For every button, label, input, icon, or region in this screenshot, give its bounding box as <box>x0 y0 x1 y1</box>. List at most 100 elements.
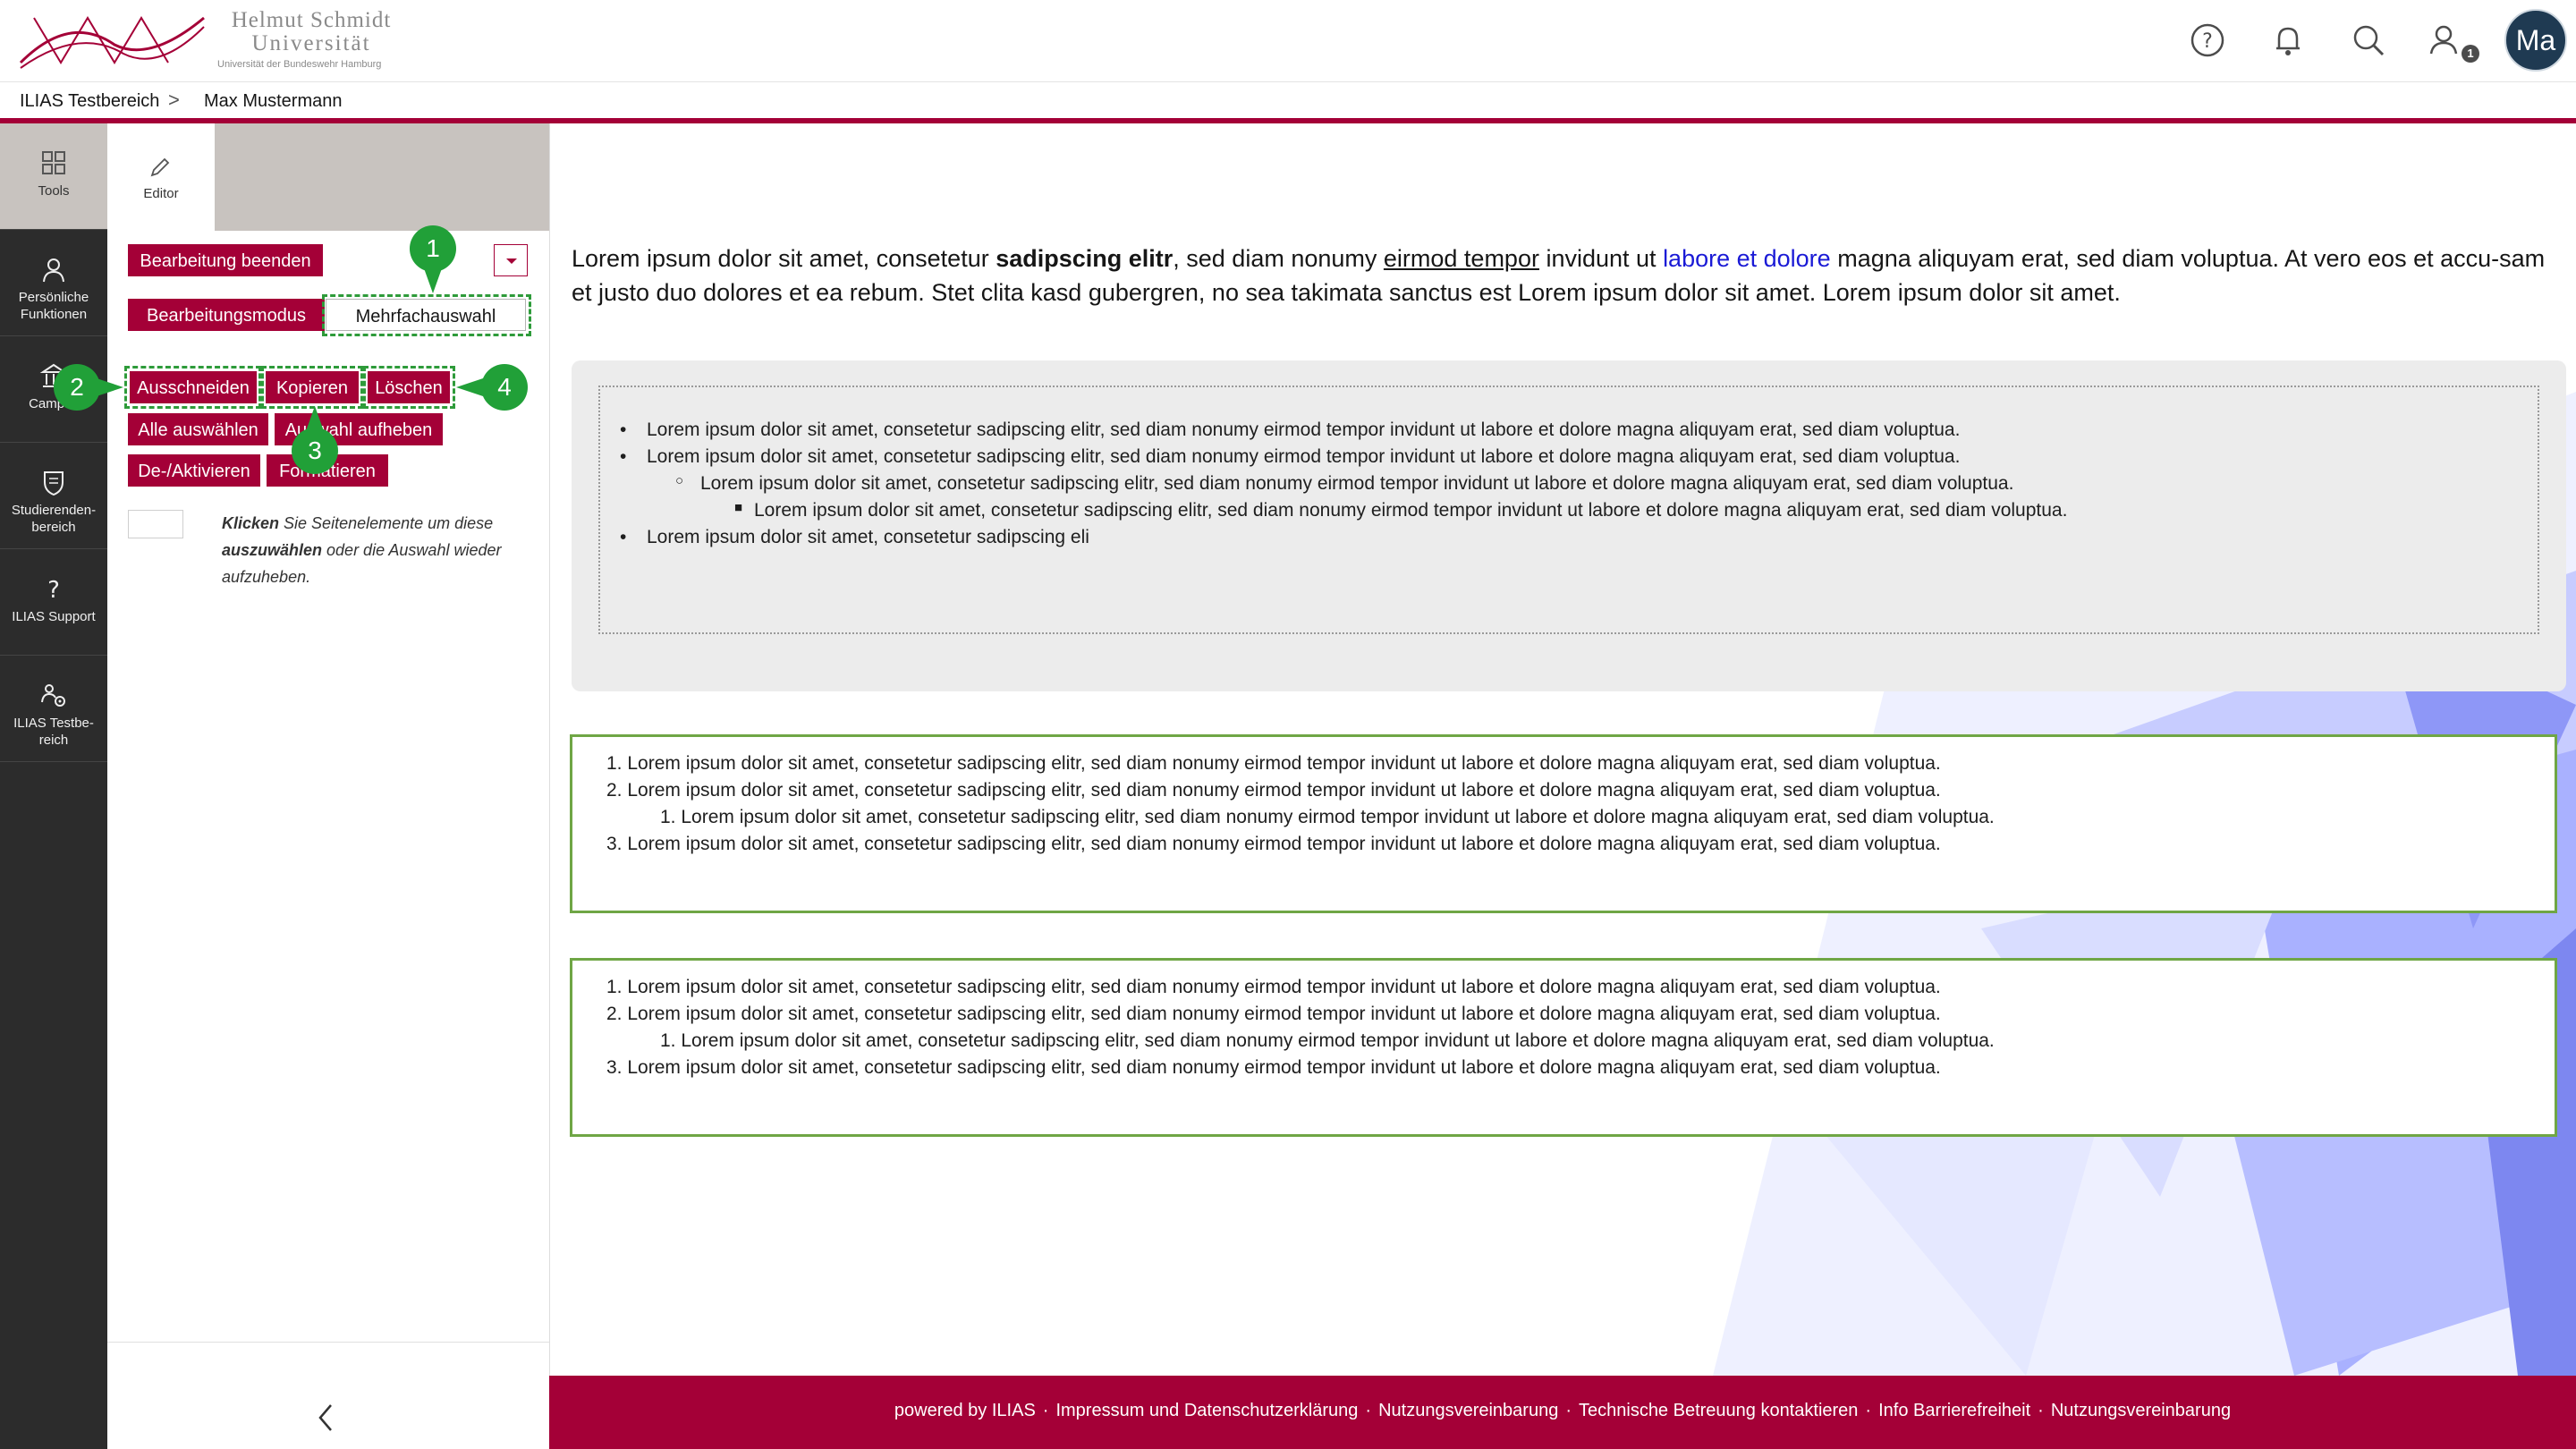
footer-link-terms-2[interactable]: Nutzungsvereinbarung <box>2051 1401 2231 1420</box>
bell-icon[interactable] <box>2267 20 2309 61</box>
mainbar-label: ILIAS Testbe-reich <box>13 716 94 748</box>
edit-mode-button[interactable]: Bearbeitungsmodus <box>128 299 325 331</box>
intro-link[interactable]: labore et dolore <box>1663 245 1831 272</box>
highlight-multi-select <box>322 294 531 336</box>
main-bar: Tools Persönliche Funktionen Campus Stud… <box>0 123 107 1449</box>
tab-editor-label: Editor <box>143 186 179 201</box>
footer-link-terms[interactable]: Nutzungsvereinbarung <box>1378 1401 1558 1420</box>
list-item: 3. Lorem ipsum dolor sit amet, consetetu… <box>606 1057 1941 1078</box>
hint-strong-click: Klicken <box>222 514 280 532</box>
list-item: Lorem ipsum dolor sit amet, consetetur s… <box>647 446 1961 467</box>
square-marker: ■ <box>734 500 743 515</box>
breadcrumb-item-testbereich[interactable]: ILIAS Testbereich <box>20 91 159 112</box>
callout-2: 2 <box>54 364 100 411</box>
top-header: Helmut Schmidt Universität Universität d… <box>0 0 2576 82</box>
grid-icon <box>42 151 65 174</box>
intro-text-2: , sed diam nonumy <box>1173 245 1384 272</box>
footer: powered by ILIAS · Impressum und Datenschu… <box>549 1376 2576 1449</box>
mainbar-item-support[interactable]: ? ILIAS Support <box>0 549 107 656</box>
logo-line-1: Helmut Schmidt <box>231 8 392 32</box>
callout-1: 1 <box>410 225 456 272</box>
selection-sample-box <box>128 510 183 538</box>
avatar[interactable]: Ma <box>2504 9 2567 72</box>
page-content: Lorem ipsum dolor sit amet, consetetur s… <box>550 123 2576 1376</box>
list-item: 1. Lorem ipsum dolor sit amet, consetetu… <box>606 753 1941 774</box>
panel-footer-divider <box>107 1342 549 1343</box>
hint-strong-select: auszuwählen <box>222 541 323 559</box>
list-item: Lorem ipsum dolor sit amet, consetetur s… <box>754 500 2068 521</box>
footer-separator: · <box>1865 1401 1872 1420</box>
question-icon: ? <box>47 577 60 603</box>
footer-separator: · <box>2038 1401 2044 1420</box>
pencil-icon <box>150 157 170 177</box>
svg-text:?: ? <box>47 577 60 603</box>
ordered-list-block-1[interactable]: 1. Lorem ipsum dolor sit amet, consetetu… <box>570 734 2557 913</box>
breadcrumb-separator: > <box>168 89 180 111</box>
bullet-marker: • <box>620 446 627 467</box>
list-item: 1. Lorem ipsum dolor sit amet, consetetu… <box>660 1030 1995 1051</box>
svg-text:?: ? <box>2202 30 2213 53</box>
callout-3-pointer <box>306 406 324 431</box>
end-edit-button[interactable]: Bearbeitung beenden <box>128 244 323 276</box>
callout-4: 4 <box>481 364 528 411</box>
footer-link-imprint[interactable]: Impressum und Datenschutzerklärung <box>1055 1401 1358 1420</box>
dropdown-toggle-button[interactable] <box>494 244 528 276</box>
circle-marker: ○ <box>675 473 684 488</box>
intro-underline: eirmod tempor <box>1383 245 1539 272</box>
multi-select-hint: Klicken Sie Seitenelemente um diese ausz… <box>222 510 526 590</box>
person-icon <box>43 258 64 283</box>
callout-3: 3 <box>292 428 338 474</box>
footer-link-support[interactable]: Technische Betreuung kontaktieren <box>1579 1401 1858 1420</box>
mainbar-label: Studierenden-bereich <box>11 503 97 535</box>
bullet-marker: • <box>620 527 627 547</box>
highlight-delete <box>363 366 455 409</box>
mainbar-item-tools[interactable]: Tools <box>0 123 107 230</box>
mainbar-item-personal[interactable]: Persönliche Funktionen <box>0 230 107 336</box>
callout-1-pointer <box>424 268 442 293</box>
hint-text-1: Sie Seitenelemente um diese <box>279 514 494 532</box>
footer-separator: · <box>1365 1401 1372 1420</box>
list-item: Lorem ipsum dolor sit amet, consetetur s… <box>700 473 2014 494</box>
callout-4-pointer <box>456 378 483 396</box>
callout-2-pointer <box>97 378 123 396</box>
university-logo[interactable]: Helmut Schmidt Universität Universität d… <box>16 5 410 75</box>
mainbar-item-students[interactable]: Studierenden-bereich <box>0 443 107 549</box>
intro-paragraph: Lorem ipsum dolor sit amet, consetetur s… <box>572 242 2566 309</box>
mainbar-item-testarea[interactable]: ILIAS Testbe-reich <box>0 656 107 762</box>
notification-badge: 1 <box>2462 45 2479 63</box>
list-item: Lorem ipsum dolor sit amet, consetetur s… <box>647 527 1089 547</box>
shield-icon <box>44 471 64 496</box>
bullet-list-container[interactable]: • Lorem ipsum dolor sit amet, consetetur… <box>598 386 2539 634</box>
logo-mark-icon <box>19 16 205 69</box>
select-all-button[interactable]: Alle auswählen <box>128 413 268 445</box>
intro-bold: sadipscing elitr <box>996 245 1174 272</box>
list-item: 2. Lorem ipsum dolor sit amet, consetetu… <box>606 1004 1941 1024</box>
footer-link-powered[interactable]: powered by ILIAS <box>894 1401 1036 1420</box>
tab-editor[interactable]: Editor <box>107 123 215 231</box>
list-section-block[interactable]: • Lorem ipsum dolor sit amet, consetetur… <box>572 360 2566 691</box>
list-item: 1. Lorem ipsum dolor sit amet, consetetu… <box>606 977 1941 997</box>
list-item: Lorem ipsum dolor sit amet, consetetur s… <box>647 419 1961 440</box>
footer-separator: · <box>1565 1401 1572 1420</box>
list-item: 3. Lorem ipsum dolor sit amet, consetetu… <box>606 834 1941 854</box>
bullet-marker: • <box>620 419 627 440</box>
highlight-copy <box>261 366 363 409</box>
mainbar-label: ILIAS Support <box>12 609 96 624</box>
mainbar-label: Persönliche Funktionen <box>18 290 89 322</box>
logo-subtitle: Universität der Bundeswehr Hamburg <box>217 59 382 70</box>
intro-text-3: invidunt ut <box>1538 245 1664 272</box>
ordered-list-block-2[interactable]: 1. Lorem ipsum dolor sit amet, consetetu… <box>570 958 2557 1137</box>
help-icon[interactable]: ? <box>2187 20 2228 61</box>
breadcrumb-item-user[interactable]: Max Mustermann <box>204 91 343 112</box>
footer-link-accessibility[interactable]: Info Barrierefreiheit <box>1878 1401 2030 1420</box>
breadcrumb <box>0 82 2576 120</box>
search-icon[interactable] <box>2348 20 2389 61</box>
mainbar-label: Tools <box>38 183 70 199</box>
intro-text-1: Lorem ipsum dolor sit amet, consetetur <box>572 245 996 272</box>
chevron-left-icon[interactable] <box>313 1400 340 1436</box>
footer-separator: · <box>1042 1401 1049 1420</box>
list-item: 2. Lorem ipsum dolor sit amet, consetetu… <box>606 780 1941 801</box>
people-gear-icon <box>41 684 65 707</box>
list-item: 1. Lorem ipsum dolor sit amet, consetetu… <box>660 807 1995 827</box>
toggle-active-button[interactable]: De-/Aktivieren <box>128 454 260 487</box>
